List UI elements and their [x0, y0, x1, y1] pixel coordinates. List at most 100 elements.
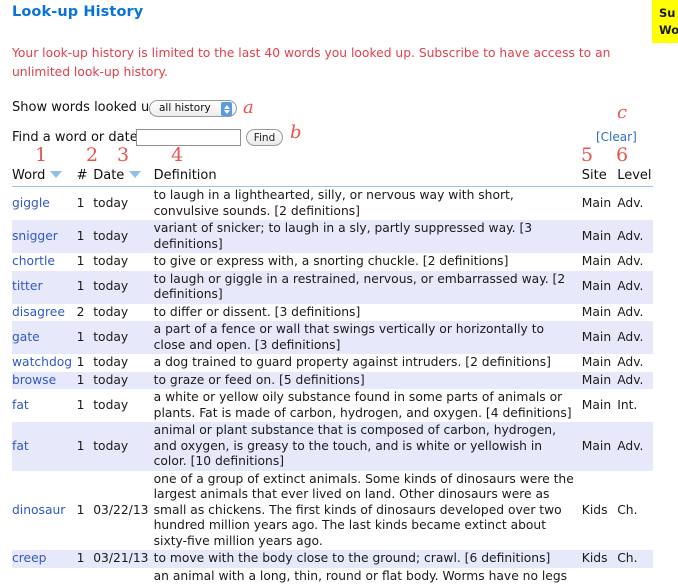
cell-definition: to give or express with, a snorting chuc… — [154, 253, 582, 271]
cell-level: Adv. — [617, 253, 653, 271]
cell-site: Kids — [582, 471, 617, 551]
promo-line-1: Su — [659, 5, 678, 22]
table-row[interactable]: snigger 1todayvariant of snicker; to laug… — [12, 220, 653, 253]
cell-site: Main — [582, 321, 617, 354]
cell-definition: an animal with a long, thin, round or fl… — [154, 568, 582, 585]
header-word-label: Word — [12, 168, 45, 183]
find-label: Find a word or date — [12, 130, 138, 145]
cell-count: 1 — [77, 422, 94, 471]
find-input[interactable] — [136, 129, 241, 146]
header-count[interactable]: # — [77, 168, 94, 187]
cell-count: 1 — [77, 220, 94, 253]
cell-word[interactable]: titter — [12, 271, 77, 304]
cell-date: 03/21/13 — [93, 550, 153, 568]
cell-word[interactable]: chortle — [12, 253, 77, 271]
word-link[interactable]: disagree — [12, 305, 65, 319]
cell-count: 1 — [77, 321, 94, 354]
table-row[interactable]: an animal with a long, thin, round or fl… — [12, 568, 653, 585]
word-link[interactable]: gate — [12, 330, 40, 344]
word-link[interactable]: fat — [12, 398, 29, 412]
cell-definition: animal or plant substance that is compos… — [154, 422, 582, 471]
word-link[interactable]: giggle — [12, 196, 50, 210]
history-filter-select[interactable]: all history — [149, 100, 237, 117]
cell-word[interactable]: disagree — [12, 304, 77, 322]
word-link[interactable]: titter — [12, 279, 43, 293]
table-row[interactable]: browse1todayto graze or feed on. [5 defi… — [12, 372, 653, 390]
header-date-label: Date — [93, 168, 124, 183]
promo-banner[interactable]: Su Wo — [652, 0, 678, 43]
cell-level: Int. — [617, 389, 653, 422]
cell-word[interactable]: browse — [12, 372, 77, 390]
table-row[interactable]: chortle1todayto give or express with, a … — [12, 253, 653, 271]
cell-date: today — [93, 354, 153, 372]
find-row: Find a word or date Find — [0, 129, 678, 157]
controls-panel: Show words looked up all history Find a … — [0, 99, 678, 157]
cell-count: 1 — [77, 354, 94, 372]
word-link[interactable]: snigger — [12, 229, 58, 243]
find-button[interactable]: Find — [246, 129, 283, 146]
cell-word[interactable]: snigger — [12, 220, 77, 253]
table-row[interactable]: gate1todaya part of a fence or wall that… — [12, 321, 653, 354]
header-level: Level — [617, 168, 653, 187]
cell-site: Main — [582, 354, 617, 372]
cell-count — [77, 568, 94, 585]
table-row[interactable]: fat1todayanimal or plant substance that … — [12, 422, 653, 471]
cell-word[interactable] — [12, 568, 77, 585]
cell-site: Main — [582, 389, 617, 422]
cell-date: today — [93, 271, 153, 304]
header-date[interactable]: Date — [93, 168, 153, 187]
cell-definition: to laugh in a lighthearted, silly, or ne… — [154, 187, 582, 221]
cell-count: 1 — [77, 187, 94, 221]
lookup-history-table: Word # Date Definition Site Level giggle… — [12, 168, 653, 585]
sort-descending-icon[interactable] — [50, 171, 62, 178]
cell-word[interactable]: creep — [12, 550, 77, 568]
cell-count: 1 — [77, 550, 94, 568]
cell-date — [93, 568, 153, 585]
cell-date: today — [93, 187, 153, 221]
word-link[interactable]: chortle — [12, 254, 55, 268]
page-title: Look-up History — [12, 4, 143, 20]
cell-site: Kids — [582, 550, 617, 568]
cell-definition: variant of snicker; to laugh in a sly, p… — [154, 220, 582, 253]
cell-date: today — [93, 220, 153, 253]
cell-word[interactable]: dinosaur — [12, 471, 77, 551]
table-row[interactable]: dinosaur103/22/13one of a group of extin… — [12, 471, 653, 551]
history-limit-notice: Your look-up history is limited to the l… — [12, 44, 612, 82]
chevron-updown-icon — [221, 102, 232, 116]
cell-site: Main — [582, 187, 617, 221]
word-link[interactable]: creep — [12, 551, 46, 565]
cell-word[interactable]: watchdog — [12, 354, 77, 372]
table-row[interactable]: watchdog1todaya dog trained to guard pro… — [12, 354, 653, 372]
word-link[interactable]: watchdog — [12, 355, 72, 369]
table-row[interactable]: creep 103/21/13to move with the body clos… — [12, 550, 653, 568]
sort-descending-icon[interactable] — [129, 171, 141, 178]
cell-date: today — [93, 389, 153, 422]
table-body: giggle1todayto laugh in a lighthearted, … — [12, 187, 653, 585]
cell-word[interactable]: fat — [12, 389, 77, 422]
cell-level: Ch. — [617, 471, 653, 551]
header-count-label: # — [77, 168, 88, 183]
cell-count: 1 — [77, 253, 94, 271]
cell-definition: to graze or feed on. [5 definitions] — [154, 372, 582, 390]
cell-word[interactable]: fat — [12, 422, 77, 471]
cell-count: 1 — [77, 372, 94, 390]
clear-history-link[interactable]: [Clear] — [596, 130, 637, 144]
cell-count: 2 — [77, 304, 94, 322]
word-link[interactable]: browse — [12, 373, 56, 387]
cell-definition: to move with the body close to the groun… — [154, 550, 582, 568]
table-row[interactable]: giggle 1todayto laugh in a lighthearted, … — [12, 187, 653, 221]
cell-word[interactable]: giggle — [12, 187, 77, 221]
cell-word[interactable]: gate — [12, 321, 77, 354]
table-row[interactable]: fat1todaya white or yellow oily substanc… — [12, 389, 653, 422]
word-link[interactable]: fat — [12, 439, 29, 453]
cell-site: Main — [582, 422, 617, 471]
word-link[interactable]: dinosaur — [12, 503, 65, 517]
cell-site: Main — [582, 271, 617, 304]
table-row[interactable]: titter1todayto laugh or giggle in a rest… — [12, 271, 653, 304]
table-row[interactable]: disagree2todayto differ or dissent. [3 d… — [12, 304, 653, 322]
filter-row: Show words looked up all history — [0, 99, 678, 127]
cell-site: Main — [582, 220, 617, 253]
cell-date: 03/22/13 — [93, 471, 153, 551]
cell-level: Adv. — [617, 354, 653, 372]
header-word[interactable]: Word — [12, 168, 77, 187]
